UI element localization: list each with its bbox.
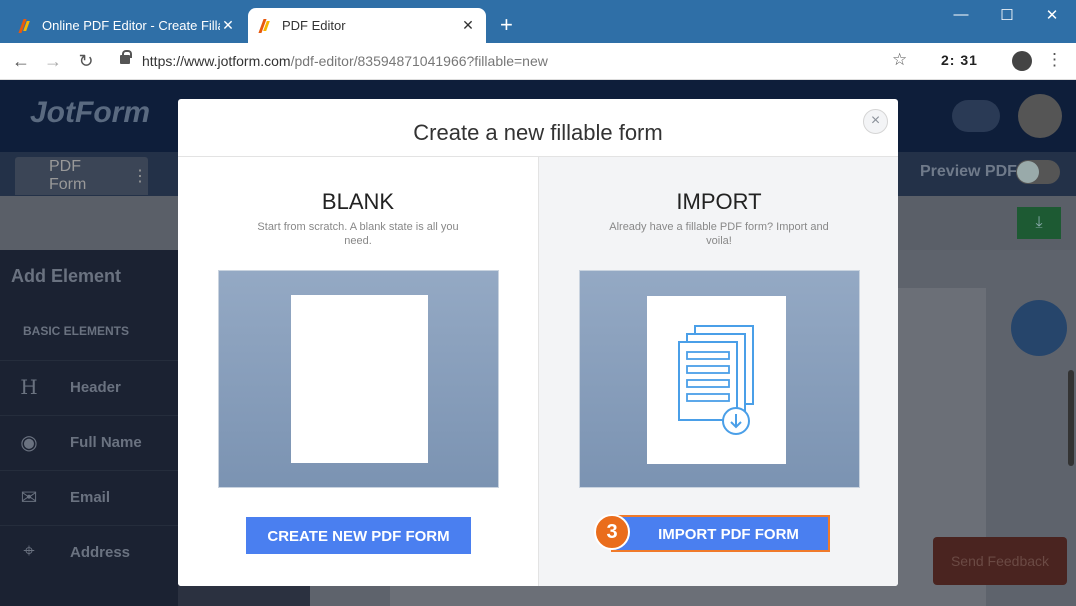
- location-pin-icon: ⌖: [23, 540, 35, 562]
- forward-arrow-icon[interactable]: →: [42, 51, 64, 72]
- send-feedback-button[interactable]: Send Feedback: [933, 537, 1067, 585]
- pdf-form-tab[interactable]: PDF Form ⋮: [15, 157, 148, 195]
- user-icon: ◉: [20, 432, 38, 454]
- close-icon[interactable]: ×: [863, 109, 888, 134]
- user-avatar[interactable]: [1018, 94, 1062, 138]
- switch-icon[interactable]: [952, 100, 1000, 132]
- import-preview[interactable]: [579, 270, 860, 488]
- import-pdf-form-button[interactable]: IMPORT PDF FORM: [611, 515, 830, 552]
- browser-tab-online-pdf-editor[interactable]: Online PDF Editor - Create Fillabl ✕: [8, 8, 246, 43]
- new-tab-button[interactable]: +: [500, 14, 513, 36]
- reload-icon[interactable]: ↻: [75, 51, 97, 72]
- create-new-pdf-form-button[interactable]: CREATE NEW PDF FORM: [246, 517, 471, 554]
- browser-menu-icon[interactable]: ⋮: [1046, 50, 1063, 70]
- minimize-button[interactable]: —: [946, 6, 976, 23]
- sidebar-item-address[interactable]: ⌖ Address: [0, 525, 178, 580]
- url-path: /pdf-editor/83594871041966?fillable=new: [290, 53, 548, 69]
- blank-option: BLANK Start from scratch. A blank state …: [178, 157, 538, 586]
- sidebar-item-header[interactable]: H Header: [0, 360, 178, 415]
- tab-title: PDF Editor: [282, 18, 346, 33]
- url-host: https://www.jotform.com: [142, 53, 291, 69]
- paint-roller-icon[interactable]: [1011, 300, 1067, 356]
- page-scrollbar[interactable]: [1068, 370, 1074, 466]
- import-title: IMPORT: [676, 189, 762, 214]
- sidebar-item-label: Header: [70, 379, 121, 396]
- header-icon: H: [20, 375, 38, 399]
- sidebar-item-full-name[interactable]: ◉ Full Name: [0, 415, 178, 470]
- step-number-badge: 3: [594, 514, 630, 550]
- pdf-form-tab-label: PDF Form: [49, 158, 87, 193]
- envelope-icon: ✉: [20, 487, 38, 509]
- sidebar-title: Add Element: [11, 266, 122, 286]
- basic-elements-tab[interactable]: BASIC ELEMENTS: [23, 324, 129, 338]
- blank-description: Start from scratch. A blank state is all…: [257, 221, 459, 247]
- modal-header: Create a new fillable form ×: [178, 99, 898, 157]
- sidebar-item-label: Full Name: [70, 434, 142, 451]
- address-bar: ← → ↻ https://www.jotform.com/pdf-editor…: [0, 43, 1076, 80]
- lock-icon: [120, 50, 132, 64]
- profile-avatar[interactable]: [1012, 51, 1032, 71]
- tab-title: Online PDF Editor - Create Fillabl: [42, 18, 220, 33]
- create-form-modal: Create a new fillable form × BLANK Start…: [178, 99, 898, 586]
- url-field[interactable]: https://www.jotform.com/pdf-editor/83594…: [142, 53, 548, 69]
- blank-title: BLANK: [321, 189, 395, 214]
- blank-page-icon: [291, 295, 428, 463]
- download-icon[interactable]: ⤓: [1017, 207, 1061, 239]
- window-close-button[interactable]: ✕: [1037, 6, 1067, 24]
- import-description: Already have a fillable PDF form? Import…: [609, 221, 829, 247]
- tab-close-icon[interactable]: ✕: [460, 17, 476, 34]
- preview-toggle[interactable]: [1016, 160, 1060, 184]
- back-arrow-icon[interactable]: ←: [10, 51, 32, 72]
- sidebar-item-label: Address: [70, 544, 131, 561]
- sidebar-item-email[interactable]: ✉ Email: [0, 470, 178, 525]
- clock-extension: 2: 31: [941, 52, 978, 68]
- blank-preview[interactable]: [218, 270, 499, 488]
- import-option: IMPORT Already have a fillable PDF form?…: [538, 157, 898, 586]
- jotform-logo: JotForm: [30, 96, 150, 129]
- preview-pdf-label: Preview PDF: [920, 163, 1017, 180]
- sidebar-item-label: Email: [70, 489, 111, 506]
- import-documents-icon: [678, 325, 754, 435]
- browser-tab-bar: Online PDF Editor - Create Fillabl ✕ PDF…: [0, 0, 1076, 43]
- import-card: [647, 296, 786, 464]
- browser-tab-pdf-editor[interactable]: PDF Editor ✕: [248, 8, 486, 43]
- bookmark-star-icon[interactable]: ☆: [892, 50, 907, 70]
- jotform-favicon-icon: [258, 19, 272, 33]
- maximize-button[interactable]: ☐: [992, 6, 1022, 24]
- tab-close-icon[interactable]: ✕: [220, 17, 236, 34]
- tab-menu-icon[interactable]: ⋮: [132, 166, 148, 186]
- modal-title: Create a new fillable form: [413, 120, 663, 145]
- jotform-favicon-icon: [18, 19, 32, 33]
